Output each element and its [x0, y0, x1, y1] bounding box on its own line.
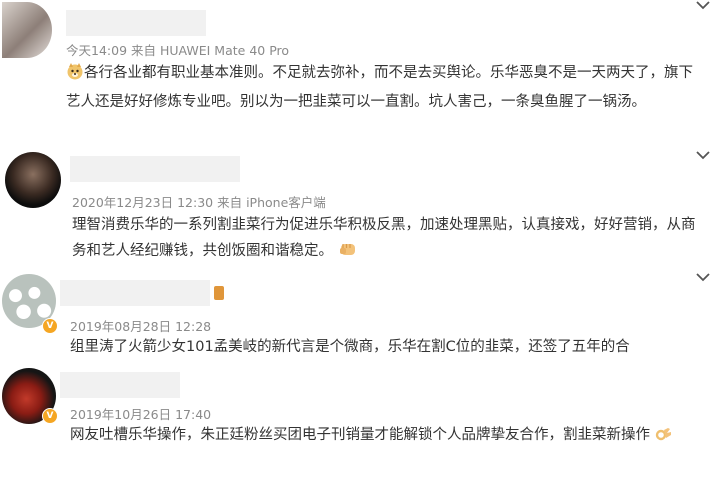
username-redacted	[60, 280, 210, 306]
comment-meta: 2020年12月23日 12:30 来自 iPhone客户端	[72, 195, 326, 210]
doge-emoji	[66, 62, 84, 89]
username-redacted	[60, 372, 180, 398]
comment-text: 理智消费乐华的一系列割韭菜行为促进乐华积极反黑，加速处理黑贴，认真接戏，好好营销…	[72, 212, 702, 267]
fist-emoji	[338, 240, 358, 267]
avatar[interactable]	[2, 2, 52, 58]
comment-item: V 2019年10月26日 17:40 网友吐槽乐华操作，朱正廷粉丝买团电子刊销…	[0, 364, 717, 485]
chevron-down-icon[interactable]	[695, 0, 711, 10]
ok-hand-emoji	[655, 425, 673, 451]
comment-item: 今天14:09 来自 HUAWEI Mate 40 Pro 各行各业都有职业基本…	[0, 0, 717, 160]
comment-text: 各行各业都有职业基本准则。不足就去弥补，而不是去买舆论。乐华恶臭不是一天两天了，…	[66, 60, 706, 115]
verified-badge-icon: V	[42, 318, 58, 334]
comment-text: 组里涛了火箭少女101孟美岐的新代言是个微商，乐华在割C位的韭菜，还签了五年的合	[70, 334, 712, 360]
username-redacted	[70, 156, 240, 182]
badge-icon	[214, 286, 224, 300]
username-redacted	[66, 10, 206, 36]
comment-body: 组里涛了火箭少女101孟美岐的新代言是个微商，乐华在割C位的韭菜，还签了五年的合	[70, 339, 630, 355]
comment-text: 网友吐槽乐华操作，朱正廷粉丝买团电子刊销量才能解锁个人品牌挚友合作，割韭菜新操作	[70, 422, 710, 451]
comment-body: 理智消费乐华的一系列割韭菜行为促进乐华积极反黑，加速处理黑贴，认真接戏，好好营销…	[72, 217, 696, 259]
avatar[interactable]	[5, 152, 61, 208]
verified-badge-icon: V	[42, 408, 58, 424]
comment-item: V 2019年08月28日 12:28 组里涛了火箭少女101孟美岐的新代言是个…	[0, 272, 717, 364]
comment-body: 网友吐槽乐华操作，朱正廷粉丝买团电子刊销量才能解锁个人品牌挚友合作，割韭菜新操作	[70, 427, 650, 443]
comment-item: 2020年12月23日 12:30 来自 iPhone客户端 理智消费乐华的一系…	[0, 150, 717, 282]
comment-meta: 2019年10月26日 17:40	[70, 407, 212, 422]
comment-meta: 2019年08月28日 12:28	[70, 319, 212, 334]
comment-body: 各行各业都有职业基本准则。不足就去弥补，而不是去买舆论。乐华恶臭不是一天两天了，…	[66, 65, 693, 110]
comment-meta: 今天14:09 来自 HUAWEI Mate 40 Pro	[66, 43, 290, 58]
